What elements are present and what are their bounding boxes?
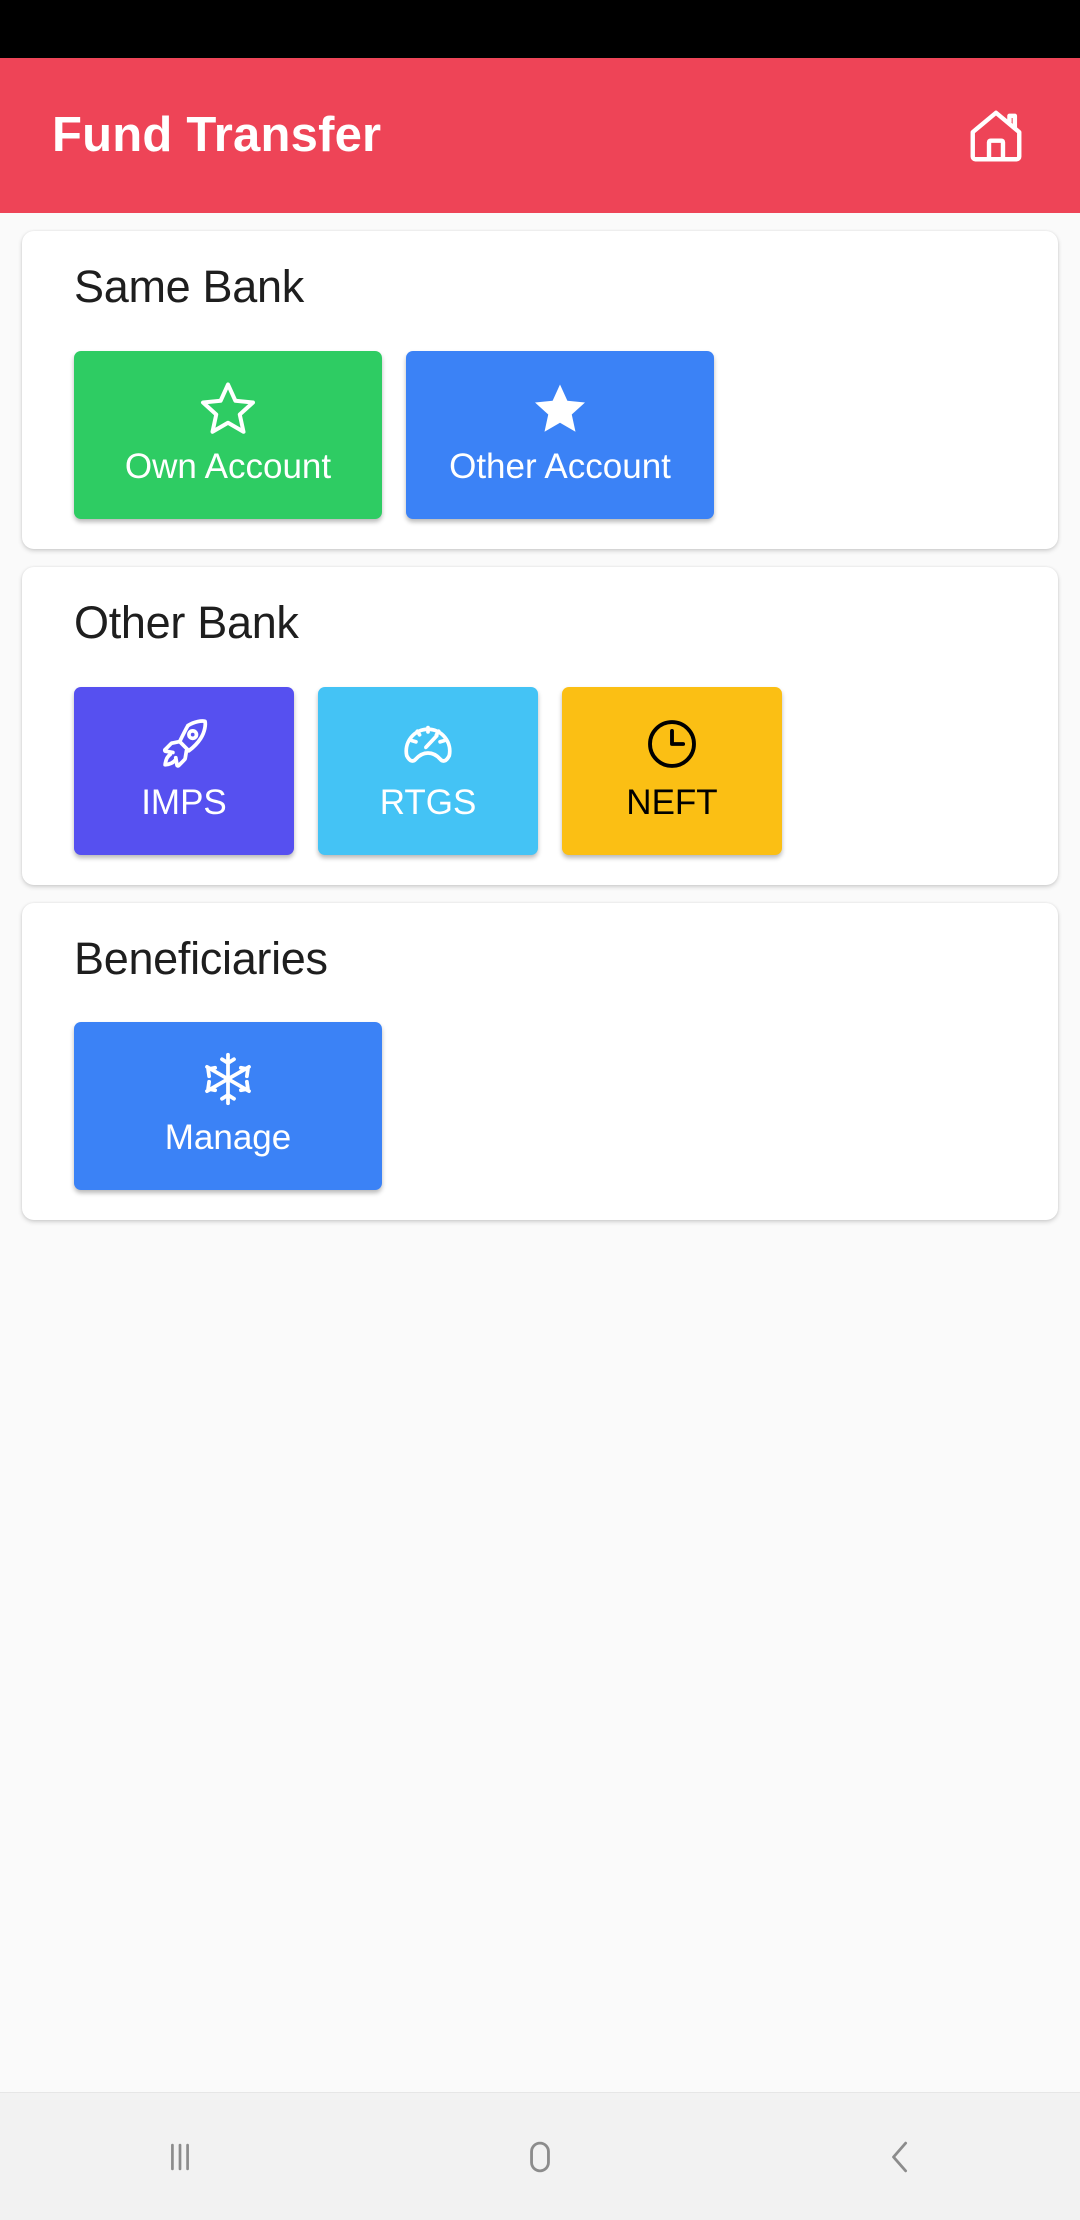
tile-row-other-bank: IMPS RTGS NEFT [52, 686, 1028, 855]
snowflake-icon [198, 1046, 258, 1112]
tile-other-account[interactable]: Other Account [406, 350, 714, 519]
back-button[interactable] [810, 2093, 990, 2220]
card-other-bank: Other Bank IMPS RTGS NEFT [22, 566, 1058, 885]
tile-rtgs[interactable]: RTGS [318, 686, 538, 855]
tile-neft[interactable]: NEFT [562, 686, 782, 855]
page-title: Fund Transfer [52, 108, 382, 162]
tile-imps[interactable]: IMPS [74, 686, 294, 855]
home-button[interactable] [954, 94, 1038, 178]
tile-label-imps: IMPS [141, 782, 227, 822]
star-outline-icon [198, 375, 258, 441]
tile-row-beneficiaries: Manage [52, 1022, 1028, 1191]
content-area: Same Bank Own Account Other Account Othe… [0, 213, 1080, 2092]
system-navigation-bar [0, 2092, 1080, 2220]
home-square-icon [514, 2131, 566, 2183]
tile-label-neft: NEFT [626, 782, 718, 822]
star-filled-icon [530, 375, 590, 441]
tile-manage[interactable]: Manage [74, 1022, 382, 1191]
phone-screen: Fund Transfer Same Bank Own Account Othe… [0, 0, 1080, 2220]
app-bar: Fund Transfer [0, 58, 1080, 213]
home-icon [965, 105, 1027, 167]
status-bar [0, 0, 1080, 58]
tile-label-other-account: Other Account [449, 446, 671, 486]
tile-label-own-account: Own Account [124, 446, 332, 486]
tile-label-rtgs: RTGS [379, 782, 477, 822]
speedometer-icon [399, 711, 457, 777]
section-title-other-bank: Other Bank [74, 596, 299, 648]
section-title-same-bank: Same Bank [74, 261, 304, 312]
card-same-bank: Same Bank Own Account Other Account [22, 231, 1058, 549]
tile-row-same-bank: Own Account Other Account [52, 350, 1028, 519]
card-beneficiaries: Beneficiaries Manage [22, 902, 1058, 1221]
tile-label-manage: Manage [164, 1118, 292, 1158]
recents-button[interactable] [90, 2093, 270, 2220]
rocket-icon [155, 711, 213, 777]
home-button-nav[interactable] [450, 2093, 630, 2220]
tile-own-account[interactable]: Own Account [74, 350, 382, 519]
clock-icon [643, 711, 701, 777]
recents-icon [154, 2131, 206, 2183]
back-chevron-icon [874, 2131, 926, 2183]
section-title-beneficiaries: Beneficiaries [74, 932, 328, 984]
